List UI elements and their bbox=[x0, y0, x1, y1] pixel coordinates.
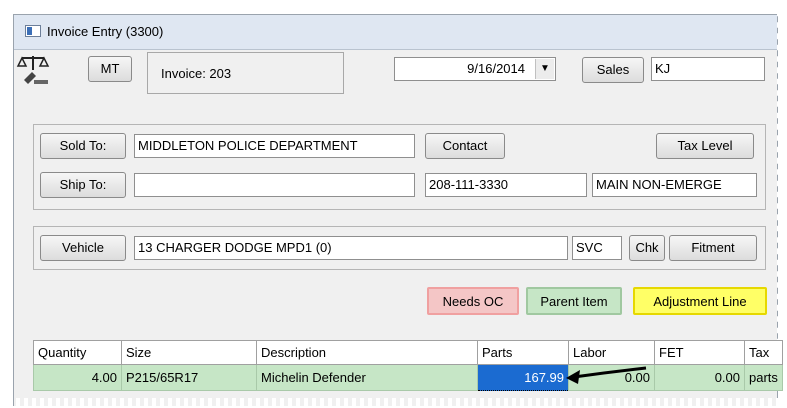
header-size[interactable]: Size bbox=[121, 340, 257, 365]
header-labor[interactable]: Labor bbox=[568, 340, 655, 365]
sold-to-field[interactable]: MIDDLETON POLICE DEPARTMENT bbox=[134, 134, 415, 158]
sold-to-button[interactable]: Sold To: bbox=[40, 133, 126, 159]
cell-quantity[interactable]: 4.00 bbox=[33, 364, 122, 391]
vehicle-button[interactable]: Vehicle bbox=[40, 235, 126, 261]
window-title: Invoice Entry (3300) bbox=[47, 24, 164, 39]
date-dropdown[interactable]: 9/16/2014 ▼ bbox=[394, 57, 556, 81]
salesperson-field[interactable]: KJ bbox=[651, 57, 765, 81]
scale-icon[interactable] bbox=[16, 52, 50, 86]
adjustment-line-tag: Adjustment Line bbox=[633, 287, 767, 315]
cell-size[interactable]: P215/65R17 bbox=[121, 364, 257, 391]
contact-button[interactable]: Contact bbox=[425, 133, 505, 159]
arrow-annotation-icon bbox=[566, 366, 647, 384]
torn-edge-bottom bbox=[0, 398, 787, 408]
title-bar: Invoice Entry (3300) bbox=[14, 15, 777, 50]
cell-description[interactable]: Michelin Defender bbox=[256, 364, 478, 391]
phone-field[interactable]: 208-111-3330 bbox=[425, 173, 587, 197]
fitment-button[interactable]: Fitment bbox=[669, 235, 757, 261]
header-description[interactable]: Description bbox=[256, 340, 478, 365]
tax-level-button[interactable]: Tax Level bbox=[656, 133, 754, 159]
header-parts[interactable]: Parts bbox=[477, 340, 569, 365]
needs-oc-tag: Needs OC bbox=[427, 287, 519, 315]
sales-label: Sales bbox=[596, 62, 630, 77]
dropdown-arrow-icon[interactable]: ▼ bbox=[535, 59, 554, 79]
date-value: 9/16/2014 bbox=[467, 61, 525, 76]
check-button[interactable]: Chk bbox=[629, 235, 665, 261]
header-fet[interactable]: FET bbox=[654, 340, 745, 365]
table-header-row: Quantity Size Description Parts Labor FE… bbox=[33, 340, 783, 365]
cell-tax[interactable]: parts bbox=[744, 364, 783, 391]
header-tax[interactable]: Tax bbox=[744, 340, 783, 365]
ship-to-button[interactable]: Ship To: bbox=[40, 172, 126, 198]
line-items-table[interactable]: Quantity Size Description Parts Labor FE… bbox=[33, 340, 783, 391]
vehicle-field[interactable]: 13 CHARGER DODGE MPD1 (0) bbox=[134, 236, 568, 260]
table-row[interactable]: 4.00 P215/65R17 Michelin Defender 167.99… bbox=[33, 364, 783, 391]
invoice-number: Invoice: 203 bbox=[161, 66, 232, 81]
mt-button[interactable]: MT bbox=[88, 56, 132, 82]
phone-description-field[interactable]: MAIN NON-EMERGE bbox=[592, 173, 757, 197]
cell-parts-selected[interactable]: 167.99 bbox=[477, 364, 569, 391]
salesperson-value: KJ bbox=[655, 61, 671, 76]
app-window-icon bbox=[25, 25, 41, 37]
cell-fet[interactable]: 0.00 bbox=[654, 364, 745, 391]
parent-item-tag: Parent Item bbox=[526, 287, 622, 315]
torn-edge bbox=[777, 0, 787, 392]
service-code-field[interactable]: SVC bbox=[572, 236, 622, 260]
ship-to-field[interactable] bbox=[134, 173, 415, 197]
sales-button[interactable]: Sales bbox=[582, 57, 644, 83]
header-quantity[interactable]: Quantity bbox=[33, 340, 122, 365]
